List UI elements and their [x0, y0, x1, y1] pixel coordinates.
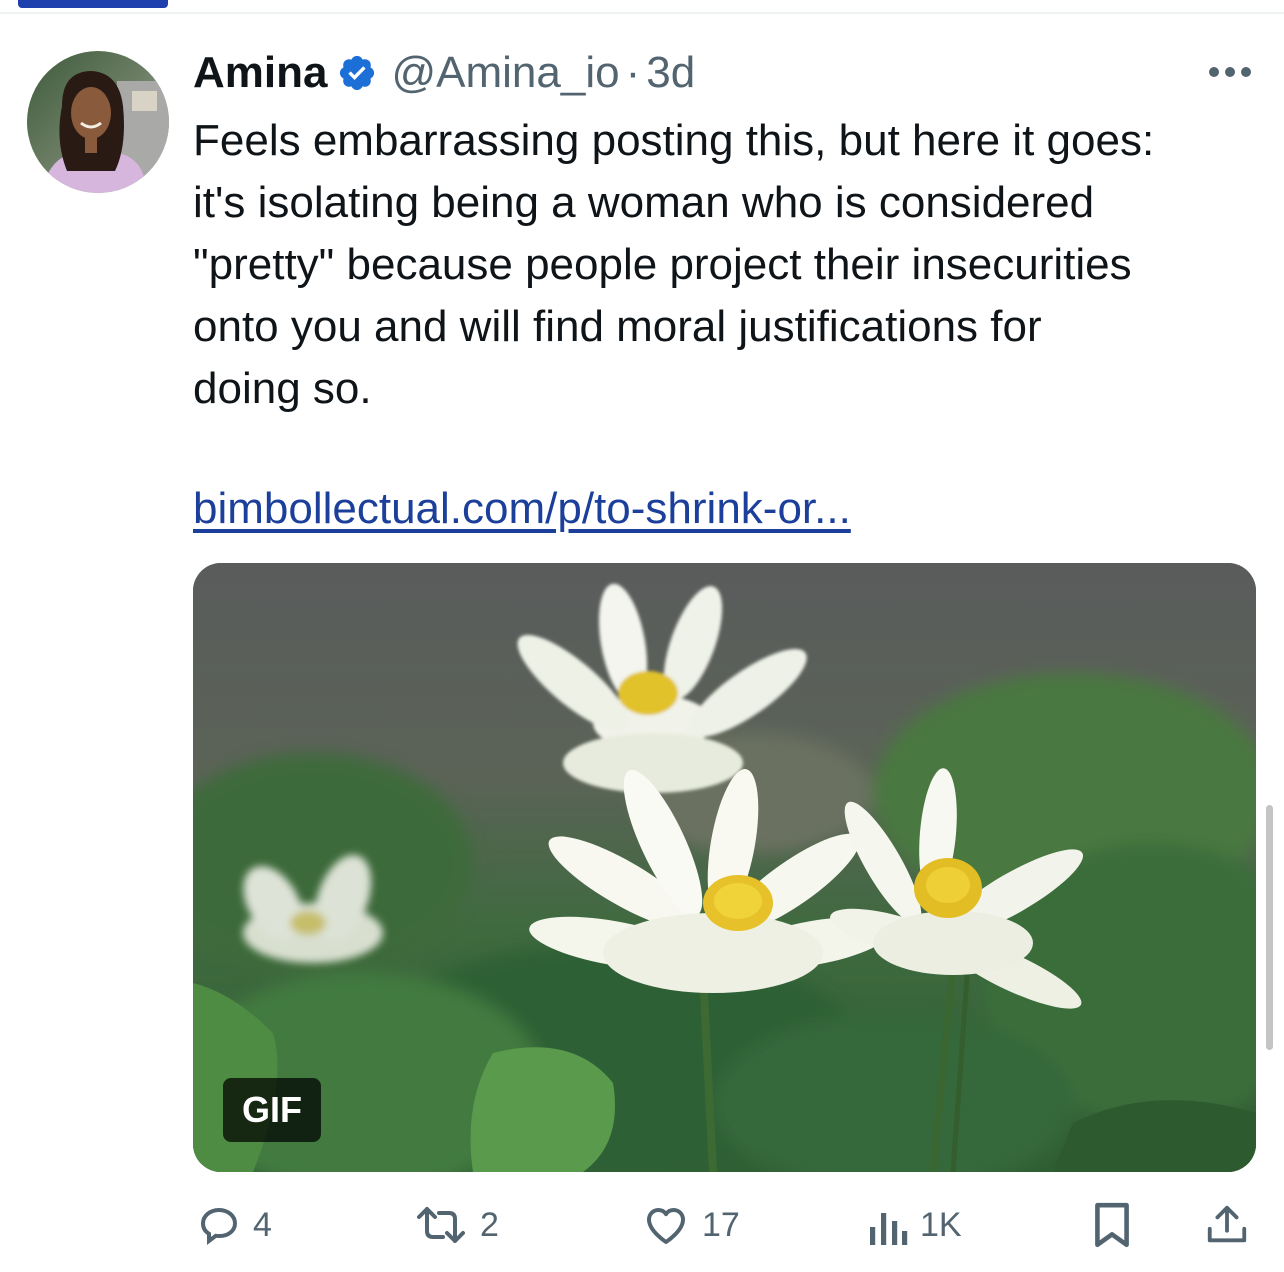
tweet-link[interactable]: bimbollectual.com/p/to-shrink-or... — [193, 478, 851, 540]
retweet-count: 2 — [480, 1205, 499, 1244]
divider — [0, 12, 1284, 14]
verified-badge-icon — [340, 55, 375, 91]
active-tab-indicator — [18, 0, 168, 8]
like-button[interactable]: 17 — [640, 1195, 740, 1255]
like-count: 17 — [702, 1205, 740, 1244]
share-button[interactable] — [1204, 1195, 1250, 1255]
views-icon — [870, 1213, 908, 1245]
separator: · — [625, 48, 641, 97]
scrollbar[interactable] — [1266, 805, 1273, 1050]
more-dots-icon — [1209, 67, 1251, 77]
gif-badge: GIF — [223, 1078, 321, 1142]
tweet-media-gif[interactable]: GIF — [193, 563, 1256, 1172]
share-icon — [1207, 1205, 1247, 1243]
reply-icon — [200, 1207, 238, 1246]
retweet-button[interactable]: 2 — [412, 1195, 499, 1255]
author-handle[interactable]: @Amina_io — [391, 48, 619, 98]
more-options-button[interactable] — [1200, 48, 1260, 96]
avatar[interactable] — [27, 51, 169, 193]
view-count: 1K — [920, 1205, 962, 1244]
author-name[interactable]: Amina — [193, 48, 327, 98]
retweet-icon — [417, 1207, 465, 1243]
reply-count: 4 — [253, 1205, 272, 1244]
tweet-time[interactable]: 3d — [646, 48, 695, 98]
heart-icon — [647, 1208, 685, 1244]
avatar-image — [27, 51, 169, 193]
reply-button[interactable]: 4 — [195, 1195, 272, 1255]
tweet-header: Amina @Amina_io · 3d — [193, 42, 695, 104]
tweet-actions: 4 2 17 1K — [0, 1195, 1284, 1255]
views-button[interactable]: 1K — [866, 1195, 962, 1255]
bookmark-icon — [1095, 1202, 1129, 1248]
lotus-flowers-image — [193, 563, 1256, 1172]
tweet-text: Feels embarrassing posting this, but her… — [193, 116, 1155, 413]
bookmark-button[interactable] — [1090, 1195, 1134, 1255]
